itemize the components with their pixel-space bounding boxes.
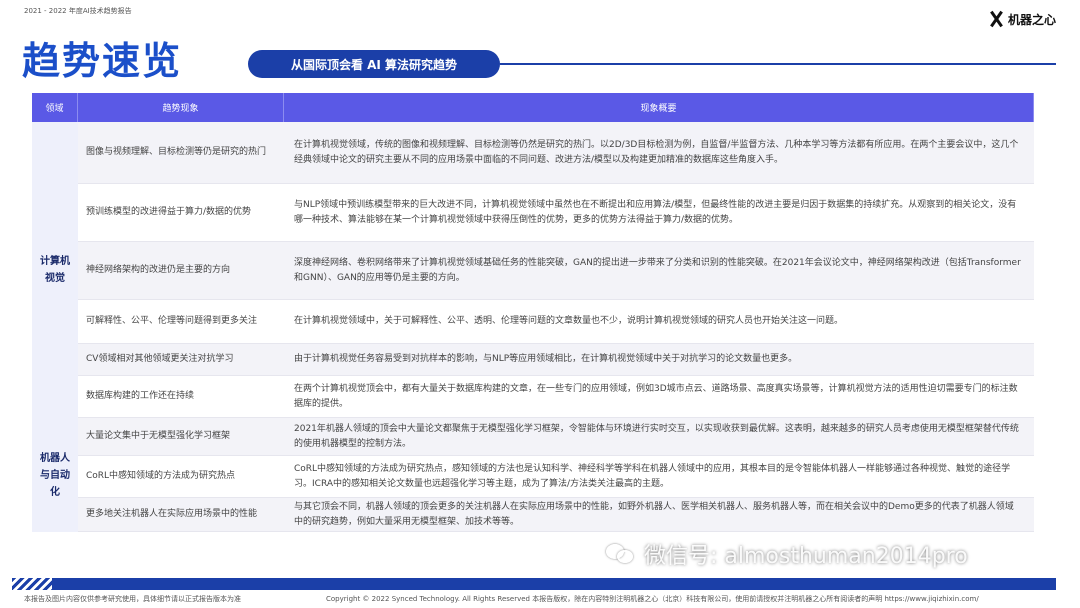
table-row: 数据库构建的工作还在持续 在两个计算机视觉顶会中，都有大量关于数据库构建的文章，… — [78, 376, 1034, 418]
trend-cell: CV领域相对其他领域更关注对抗学习 — [86, 354, 234, 364]
trend-cell: 数据库构建的工作还在持续 — [86, 391, 195, 401]
group-label: 计算机视觉 — [32, 122, 78, 418]
title-divider — [500, 63, 1056, 65]
footer-bar — [22, 578, 1056, 590]
trend-cell: 可解释性、公平、伦理等问题得到更多关注 — [86, 316, 258, 326]
group-computer-vision: 计算机视觉 图像与视频理解、目标检测等仍是研究的热门 在计算机视觉领域，传统的图… — [32, 122, 1034, 418]
summary-cell: 在计算机视觉领域中，关于可解释性、公平、透明、伦理等问题的文章数量也不少，说明计… — [294, 316, 844, 326]
column-header-summary: 现象概要 — [284, 93, 1034, 122]
table-row: 图像与视频理解、目标检测等仍是研究的热门 在计算机视觉领域，传统的图像和视频理解… — [78, 122, 1034, 184]
table-row: 神经网络架构的改进仍是主要的方向 深度神经网络、卷积网络带来了计算机视觉领域基础… — [78, 242, 1034, 300]
watermark-text: 微信号: almosthuman2014pro — [644, 544, 968, 569]
brand-name: 机器之心 — [1007, 12, 1056, 27]
trend-table: 领域 趋势现象 现象概要 计算机视觉 图像与视频理解、目标检测等仍是研究的热门 … — [32, 93, 1034, 553]
summary-cell: 在两个计算机视觉顶会中，都有大量关于数据库构建的文章，在一些专门的应用领域，例如… — [294, 383, 1018, 409]
table-row: CV领域相对其他领域更关注对抗学习 由于计算机视觉任务容易受到对抗样本的影响，与… — [78, 344, 1034, 376]
trend-cell: 更多地关注机器人在实际应用场景中的性能 — [86, 509, 258, 519]
brand-logo: 机器之心 — [988, 10, 1056, 28]
footer-disclaimer: 本报告及图片内容仅供参考研究使用，具体细节请以正式报告版本为准 — [24, 595, 241, 603]
summary-cell: 2021年机器人领域的顶会中大量论文都聚焦于无模型强化学习框架，令智能体与环境进… — [294, 423, 1019, 449]
wechat-watermark: 微信号: almosthuman2014pro — [606, 538, 968, 570]
table-row: 可解释性、公平、伦理等问题得到更多关注 在计算机视觉领域中，关于可解释性、公平、… — [78, 300, 1034, 344]
page-title: 趋势速览 — [22, 39, 183, 83]
table-row: CoRL中感知领域的方法成为研究热点 CoRL中感知领域的方法成为研究热点，感知… — [78, 456, 1034, 498]
group-robotics-automation: 机器人与自动化 大量论文集中于无模型强化学习框架 2021年机器人领域的顶会中大… — [32, 418, 1034, 532]
table-header: 领域 趋势现象 现象概要 — [32, 93, 1034, 122]
column-header-trend: 趋势现象 — [78, 93, 284, 122]
summary-cell: 与其它顶会不同，机器人领域的顶会更多的关注机器人在实际应用场景中的性能，如野外机… — [294, 501, 1014, 527]
summary-cell: 在计算机视觉领域，传统的图像和视频理解、目标检测等仍然是研究的热门。以2D/3D… — [294, 139, 1019, 165]
summary-cell: 与NLP领域中预训练模型带来的巨大改进不同，计算机视觉领域中虽然也在不断提出和应… — [294, 199, 1017, 225]
group-label: 机器人与自动化 — [32, 418, 78, 532]
report-tag: 2021 - 2022 年度AI技术趋势报告 — [24, 7, 132, 15]
trend-cell: 预训练模型的改进得益于算力/数据的优势 — [86, 207, 252, 217]
footer-copyright: Copyright © 2022 Synced Technology. All … — [326, 595, 979, 603]
trend-cell: 神经网络架构的改进仍是主要的方向 — [86, 265, 231, 275]
table-row: 大量论文集中于无模型强化学习框架 2021年机器人领域的顶会中大量论文都聚焦于无… — [78, 418, 1034, 456]
subtitle-pill: 从国际顶会看 AI 算法研究趋势 — [248, 50, 500, 78]
table-row: 更多地关注机器人在实际应用场景中的性能 与其它顶会不同，机器人领域的顶会更多的关… — [78, 498, 1034, 532]
trend-cell: 大量论文集中于无模型强化学习框架 — [86, 431, 231, 441]
brand-x-icon — [988, 10, 1004, 28]
table-row: 预训练模型的改进得益于算力/数据的优势 与NLP领域中预训练模型带来的巨大改进不… — [78, 184, 1034, 242]
summary-cell: CoRL中感知领域的方法成为研究热点，感知领域的方法也是认知科学、神经科学等学科… — [294, 463, 1011, 489]
summary-cell: 深度神经网络、卷积网络带来了计算机视觉领域基础任务的性能突破，GAN的提出进一步… — [294, 257, 1021, 283]
trend-cell: 图像与视频理解、目标检测等仍是研究的热门 — [86, 147, 267, 157]
column-header-domain: 领域 — [32, 93, 78, 122]
summary-cell: 由于计算机视觉任务容易受到对抗样本的影响，与NLP等应用领域相比，在计算机视觉领… — [294, 354, 798, 364]
trend-cell: CoRL中感知领域的方法成为研究热点 — [86, 471, 236, 481]
footer-stripes — [12, 578, 52, 590]
wechat-icon — [606, 542, 636, 566]
